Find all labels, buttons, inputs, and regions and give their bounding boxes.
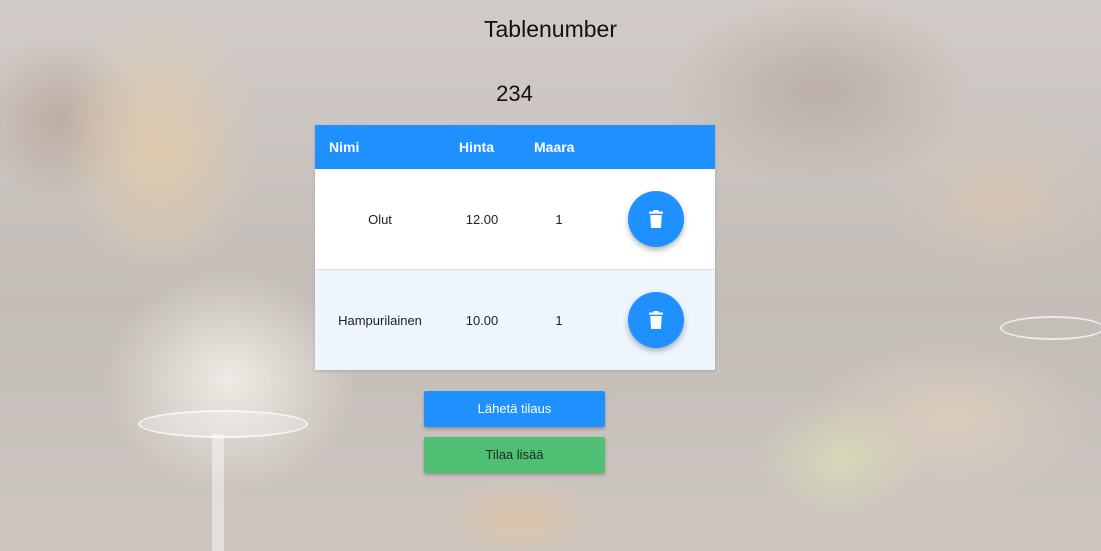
order-table: Nimi Hinta Maara Olut 12.00 1 Hampurilai…	[315, 125, 715, 370]
delete-item-button[interactable]	[628, 292, 684, 348]
table-row: Olut 12.00 1	[315, 169, 715, 269]
column-header-price: Hinta	[459, 139, 494, 155]
delete-item-button[interactable]	[628, 191, 684, 247]
item-quantity: 1	[555, 313, 563, 328]
column-header-name: Nimi	[329, 139, 360, 155]
page-title: Tablenumber	[484, 16, 617, 42]
table-number: 234	[496, 81, 533, 106]
column-header-quantity: Maara	[534, 139, 575, 155]
trash-icon	[649, 311, 663, 329]
item-name: Olut	[368, 212, 392, 227]
item-price: 10.00	[465, 313, 499, 328]
table-row: Hampurilainen 10.00 1	[315, 269, 715, 370]
table-header: Nimi Hinta Maara	[315, 125, 715, 169]
send-order-button[interactable]: Lähetä tilaus	[424, 391, 605, 427]
item-quantity: 1	[555, 212, 563, 227]
item-price: 12.00	[465, 212, 499, 227]
order-more-button[interactable]: Tilaa lisää	[424, 437, 605, 473]
item-name: Hampurilainen	[338, 313, 422, 328]
trash-icon	[649, 210, 663, 228]
order-page: Tablenumber 234 Nimi Hinta Maara Olut 12…	[0, 0, 1101, 551]
